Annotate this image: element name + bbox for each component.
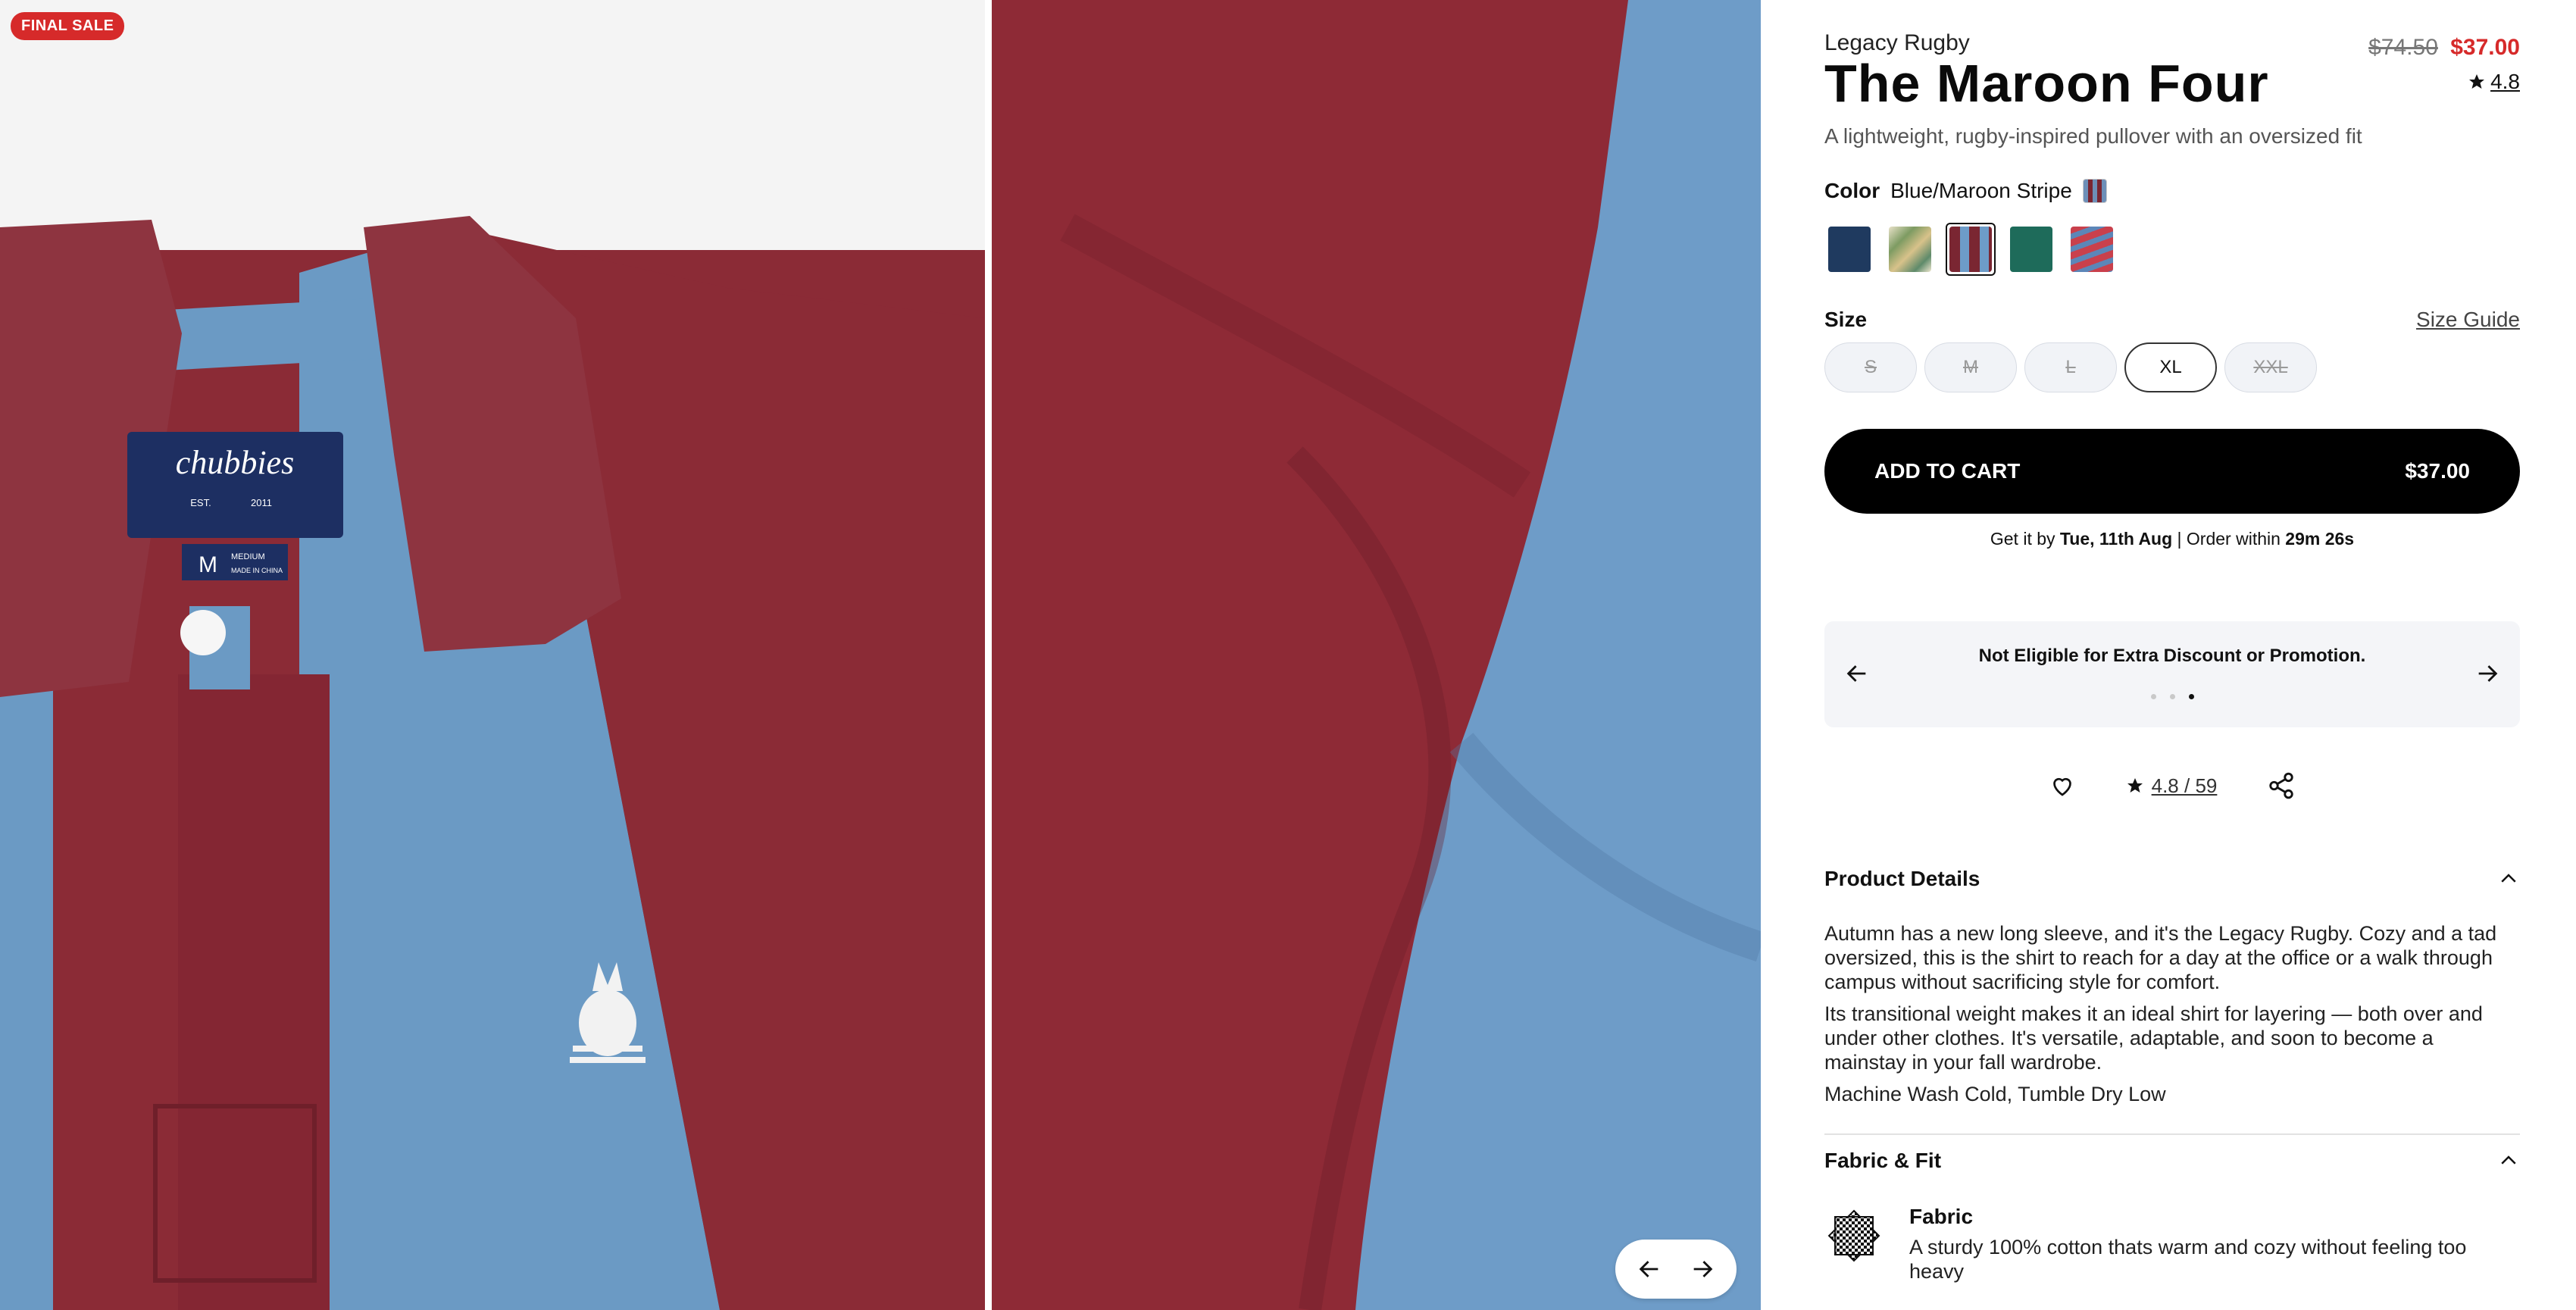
share-icon [2269, 772, 2294, 799]
product-subtitle: A lightweight, rugby-inspired pullover w… [1824, 124, 2362, 148]
carousel-dot[interactable] [2169, 694, 2175, 699]
fabric-fit-title: Fabric & Fit [1824, 1149, 1942, 1172]
sale-price: $37.00 [2450, 35, 2520, 60]
original-price: $74.50 [2368, 35, 2438, 60]
delivery-estimate: Get it by Tue, 11th Aug | Order within 2… [1990, 529, 2355, 549]
fabric-texture-icon [1827, 1209, 1880, 1262]
selected-color-swatch [2082, 179, 2107, 203]
heart-icon [2052, 777, 2071, 796]
promo-message: Not Eligible for Extra Discount or Promo… [1978, 646, 2366, 666]
label-brand-text: chubbies [176, 444, 294, 481]
fabric-description: A sturdy 100% cotton thats warm and cozy… [1909, 1236, 2467, 1283]
swatch-navy[interactable] [1824, 223, 1874, 276]
svg-text:EST.: EST. [190, 497, 211, 508]
details-paragraph: Its transitional weight makes it an idea… [1824, 1002, 2483, 1074]
review-count: 4.8 / 59 [2151, 774, 2218, 797]
reviews-link[interactable]: 4.8 / 59 [2126, 774, 2218, 798]
collar-illustration: chubbies EST. 2011 M MEDIUM MADE IN CHIN… [0, 0, 985, 1310]
swatch-green[interactable] [2006, 223, 2056, 276]
product-image-collar[interactable]: chubbies EST. 2011 M MEDIUM MADE IN CHIN… [0, 0, 985, 1310]
carousel-dot-active[interactable] [2188, 694, 2194, 699]
fabric-illustration [992, 0, 1761, 1310]
swatch-red-blue-stripe[interactable] [2067, 223, 2117, 276]
wishlist-button[interactable] [2049, 772, 2076, 799]
size-option-xxl[interactable]: XXL [2224, 342, 2317, 392]
product-gallery: chubbies EST. 2011 M MEDIUM MADE IN CHIN… [0, 0, 1761, 1310]
product-actions: 4.8 / 59 [1824, 771, 2520, 800]
share-button[interactable] [2267, 771, 2296, 800]
swatch-tropical-print[interactable] [1885, 223, 1935, 276]
size-option-m[interactable]: M [1924, 342, 2017, 392]
product-info-panel: Legacy Rugby The Maroon Four $74.50 $37.… [1824, 0, 2520, 1310]
fabric-title: Fabric [1909, 1205, 1974, 1228]
product-details-title: Product Details [1824, 867, 1980, 890]
swatch-blue-maroon-stripe[interactable] [1946, 223, 1996, 276]
color-selection: Color Blue/Maroon Stripe [1824, 179, 2107, 203]
size-option-l[interactable]: L [2024, 342, 2117, 392]
rating-summary[interactable]: 4.8 [2468, 70, 2520, 94]
size-options: S M L XL XXL [1824, 342, 2317, 392]
final-sale-badge: FINAL SALE [11, 12, 125, 40]
care-instructions: Machine Wash Cold, Tumble Dry Low [1824, 1083, 2166, 1105]
size-guide-link[interactable]: Size Guide [2416, 308, 2520, 332]
price: $74.50 $37.00 [2368, 35, 2520, 61]
promo-carousel: Not Eligible for Extra Discount or Promo… [1824, 621, 2520, 727]
add-to-cart-button[interactable]: ADD TO CART $37.00 [1824, 429, 2520, 514]
product-line: Legacy Rugby [1824, 30, 1970, 55]
chevron-up-icon [2501, 1155, 2516, 1165]
chevron-up-icon [2501, 874, 2516, 883]
arrow-left-icon[interactable] [1630, 1250, 1668, 1288]
delivery-date: Tue, 11th Aug [2059, 529, 2173, 549]
svg-text:M: M [199, 552, 217, 577]
carousel-dot[interactable] [2150, 694, 2156, 699]
svg-text:MEDIUM: MEDIUM [231, 552, 265, 561]
size-label: Size [1824, 308, 1868, 331]
selected-color-name: Blue/Maroon Stripe [1890, 179, 2072, 202]
gallery-nav [1615, 1240, 1737, 1299]
size-option-xl[interactable]: XL [2124, 342, 2217, 392]
svg-text:MADE IN CHINA: MADE IN CHINA [231, 567, 283, 574]
product-details-header[interactable]: Product Details [1824, 867, 2520, 891]
size-option-s[interactable]: S [1824, 342, 1917, 392]
product-details-body: Autumn has a new long sleeve, and it's t… [1824, 921, 2520, 1114]
star-icon [2469, 74, 2485, 89]
details-paragraph: Autumn has a new long sleeve, and it's t… [1824, 922, 2497, 993]
arrow-right-icon[interactable] [2468, 655, 2506, 693]
section-divider [1824, 1133, 2520, 1135]
color-swatches [1824, 223, 2117, 276]
order-countdown: 29m 26s [2285, 529, 2355, 549]
star-icon [2127, 778, 2143, 793]
product-title: The Maroon Four [1824, 54, 2269, 113]
arrow-right-icon[interactable] [1683, 1250, 1721, 1288]
rating-value: 4.8 [2490, 70, 2520, 93]
add-to-cart-price: $37.00 [2405, 459, 2470, 483]
color-label: Color [1824, 179, 1880, 202]
add-to-cart-label: ADD TO CART [1874, 459, 2021, 483]
fabric-fit-header[interactable]: Fabric & Fit [1824, 1149, 2520, 1173]
svg-text:2011: 2011 [251, 497, 272, 508]
product-image-fabric[interactable] [992, 0, 1761, 1310]
carousel-dots [1824, 694, 2520, 699]
